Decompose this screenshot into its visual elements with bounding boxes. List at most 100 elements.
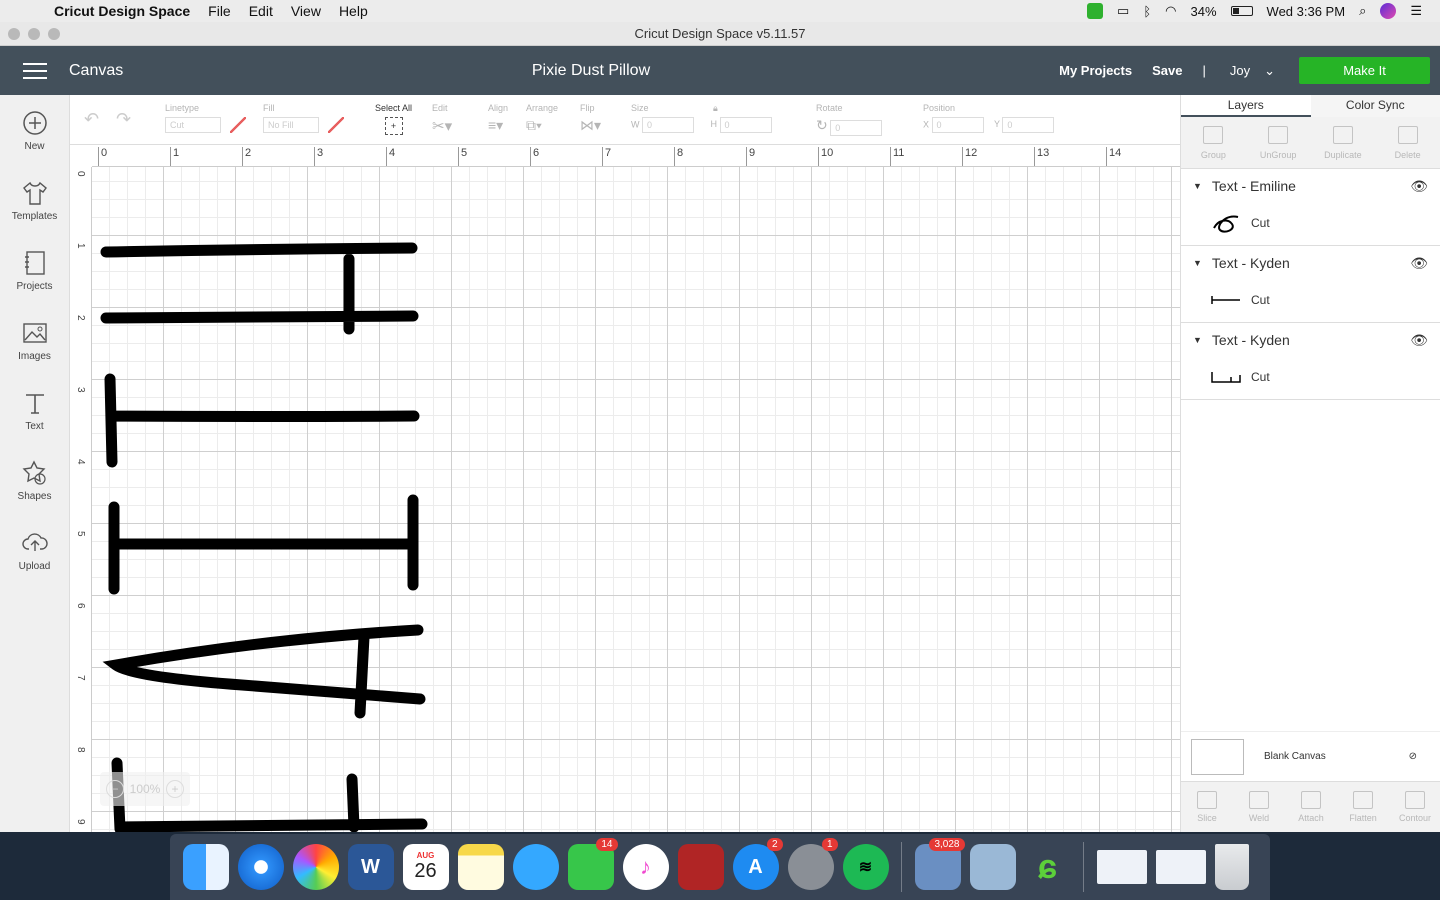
clock[interactable]: Wed 3:36 PM [1267,4,1346,19]
itunes-icon[interactable]: ♪ [622,844,669,890]
slice-button[interactable]: Slice [1181,782,1233,832]
layer-group[interactable]: ▼ Text - Emiline 👁︎ Cut [1181,169,1440,246]
hamburger-menu-icon[interactable] [23,62,47,79]
close-window-button[interactable] [8,28,20,40]
layer-group[interactable]: ▼ Text - Kyden 👁︎ Cut [1181,246,1440,323]
cricut-icon[interactable]: ɕ [1025,844,1071,890]
minimize-window-button[interactable] [28,28,40,40]
edit-group[interactable]: Edit ✂▾ [432,103,452,135]
airplay-icon[interactable]: ▭ [1117,3,1129,19]
eye-icon[interactable]: 👁︎ [1410,178,1428,195]
spotify-icon[interactable]: ≋ [842,844,889,890]
layer-group[interactable]: ▼ Text - Kyden 👁︎ Cut [1181,323,1440,400]
finder-icon[interactable] [182,844,229,890]
ruler-left-label: 0 [75,171,86,177]
siri-icon[interactable] [1380,3,1397,19]
zoom-in-button[interactable]: + [165,780,184,798]
word-document-icon[interactable] [1096,850,1147,884]
collapse-triangle-icon[interactable]: ▼ [1193,258,1202,268]
save-button[interactable]: Save [1152,63,1182,78]
spotlight-icon[interactable]: ⌕ [1359,3,1366,19]
group-button[interactable]: Group [1181,117,1246,168]
sidebar-item-images[interactable]: Images [0,305,69,375]
layer-item[interactable]: Cut [1181,203,1440,243]
blank-canvas-swatch[interactable] [1191,738,1244,775]
sidebar-item-new[interactable]: New [0,95,69,165]
zoom-out-button[interactable]: − [106,780,124,798]
sidebar-item-text[interactable]: Text [0,375,69,445]
ruler-top-label: 14 [1106,147,1121,166]
bluetooth-icon[interactable]: ᛒ [1143,4,1151,19]
fill-color-swatch[interactable] [327,117,344,133]
trash-icon[interactable] [1214,844,1249,890]
duplicate-button[interactable]: Duplicate [1311,117,1376,168]
delete-button[interactable]: Delete [1375,117,1440,168]
layer-item[interactable]: Cut [1181,280,1440,320]
sidebar-item-upload[interactable]: Upload [0,515,69,585]
sidebar-item-shapes[interactable]: Shapes [0,445,69,515]
blank-canvas-row[interactable]: Blank Canvas ⊘ [1181,731,1440,781]
attach-button[interactable]: Attach [1285,782,1337,832]
fill-select[interactable]: No Fill [263,117,319,133]
canvas-artwork[interactable] [92,167,1180,832]
system-preferences-icon[interactable]: 1 [787,838,838,890]
flatten-button[interactable]: Flatten [1337,782,1389,832]
calendar-icon[interactable]: AUG 26 [402,844,449,890]
weld-button[interactable]: Weld [1233,782,1285,832]
battery-icon[interactable] [1230,6,1253,16]
menu-edit[interactable]: Edit [249,3,273,19]
redo-icon[interactable]: ↷ [116,109,131,130]
notes-icon[interactable] [457,844,504,890]
tab-color-sync[interactable]: Color Sync [1310,95,1440,117]
cricut-status-icon[interactable] [1087,3,1104,19]
safari-icon[interactable] [237,844,284,890]
mail-icon[interactable]: 3,028 [914,838,965,890]
flip-group[interactable]: Flip ⋈▾ [580,103,601,134]
lock-icon[interactable]: 🔒︎ [713,103,718,114]
select-all-group[interactable]: Select All + [375,103,412,135]
collapse-triangle-icon[interactable]: ▼ [1193,181,1202,191]
collapse-triangle-icon[interactable]: ▼ [1193,335,1202,345]
word-document-icon[interactable] [1155,850,1206,884]
arrange-group[interactable]: Arrange ⧉▾ [526,103,558,134]
user-menu[interactable]: Joy ⌄ [1230,63,1275,79]
x-input[interactable]: 0 [931,117,984,133]
sidebar-item-templates[interactable]: Templates [0,165,69,235]
eye-icon[interactable]: 👁︎ [1410,255,1428,272]
menu-app-name[interactable]: Cricut Design Space [54,3,190,19]
tab-layers[interactable]: Layers [1181,95,1311,117]
my-projects-link[interactable]: My Projects [1059,63,1132,78]
y-input[interactable]: 0 [1002,117,1055,133]
contour-button[interactable]: Contour [1389,782,1440,832]
notification-center-icon[interactable]: ☰ [1410,3,1422,19]
menu-view[interactable]: View [291,3,321,19]
ruler-left-label: 8 [75,747,86,753]
photos-icon[interactable] [292,844,339,890]
app-store-icon[interactable]: A2 [732,838,783,890]
rotate-input[interactable]: 0 [830,119,883,136]
menu-file[interactable]: File [208,3,231,19]
preview-icon[interactable] [969,844,1016,890]
undo-icon[interactable]: ↶ [84,109,99,130]
word-icon[interactable]: W [347,844,394,890]
eye-hidden-icon[interactable]: ⊘ [1409,751,1417,762]
linetype-select[interactable]: Cut [165,117,221,133]
duplicate-label: Duplicate [1324,149,1362,160]
eye-icon[interactable]: 👁︎ [1410,332,1428,349]
height-input[interactable]: 0 [719,117,772,133]
design-canvas[interactable] [92,167,1180,832]
linetype-color-swatch[interactable] [229,117,246,133]
ungroup-button[interactable]: UnGroup [1246,117,1311,168]
wifi-icon[interactable]: ◠ [1165,3,1176,19]
width-input[interactable]: 0 [642,117,695,133]
photo-booth-icon[interactable] [677,844,724,890]
messages-icon[interactable] [512,844,559,890]
facetime-icon[interactable]: 14 [567,838,618,890]
zoom-window-button[interactable] [48,28,60,40]
align-group[interactable]: Align ≡▾ [488,103,508,134]
layer-item[interactable]: Cut [1181,357,1440,397]
edit-label: Edit [432,103,448,113]
sidebar-item-projects[interactable]: Projects [0,235,69,305]
make-it-button[interactable]: Make It [1299,57,1430,84]
menu-help[interactable]: Help [339,3,368,19]
